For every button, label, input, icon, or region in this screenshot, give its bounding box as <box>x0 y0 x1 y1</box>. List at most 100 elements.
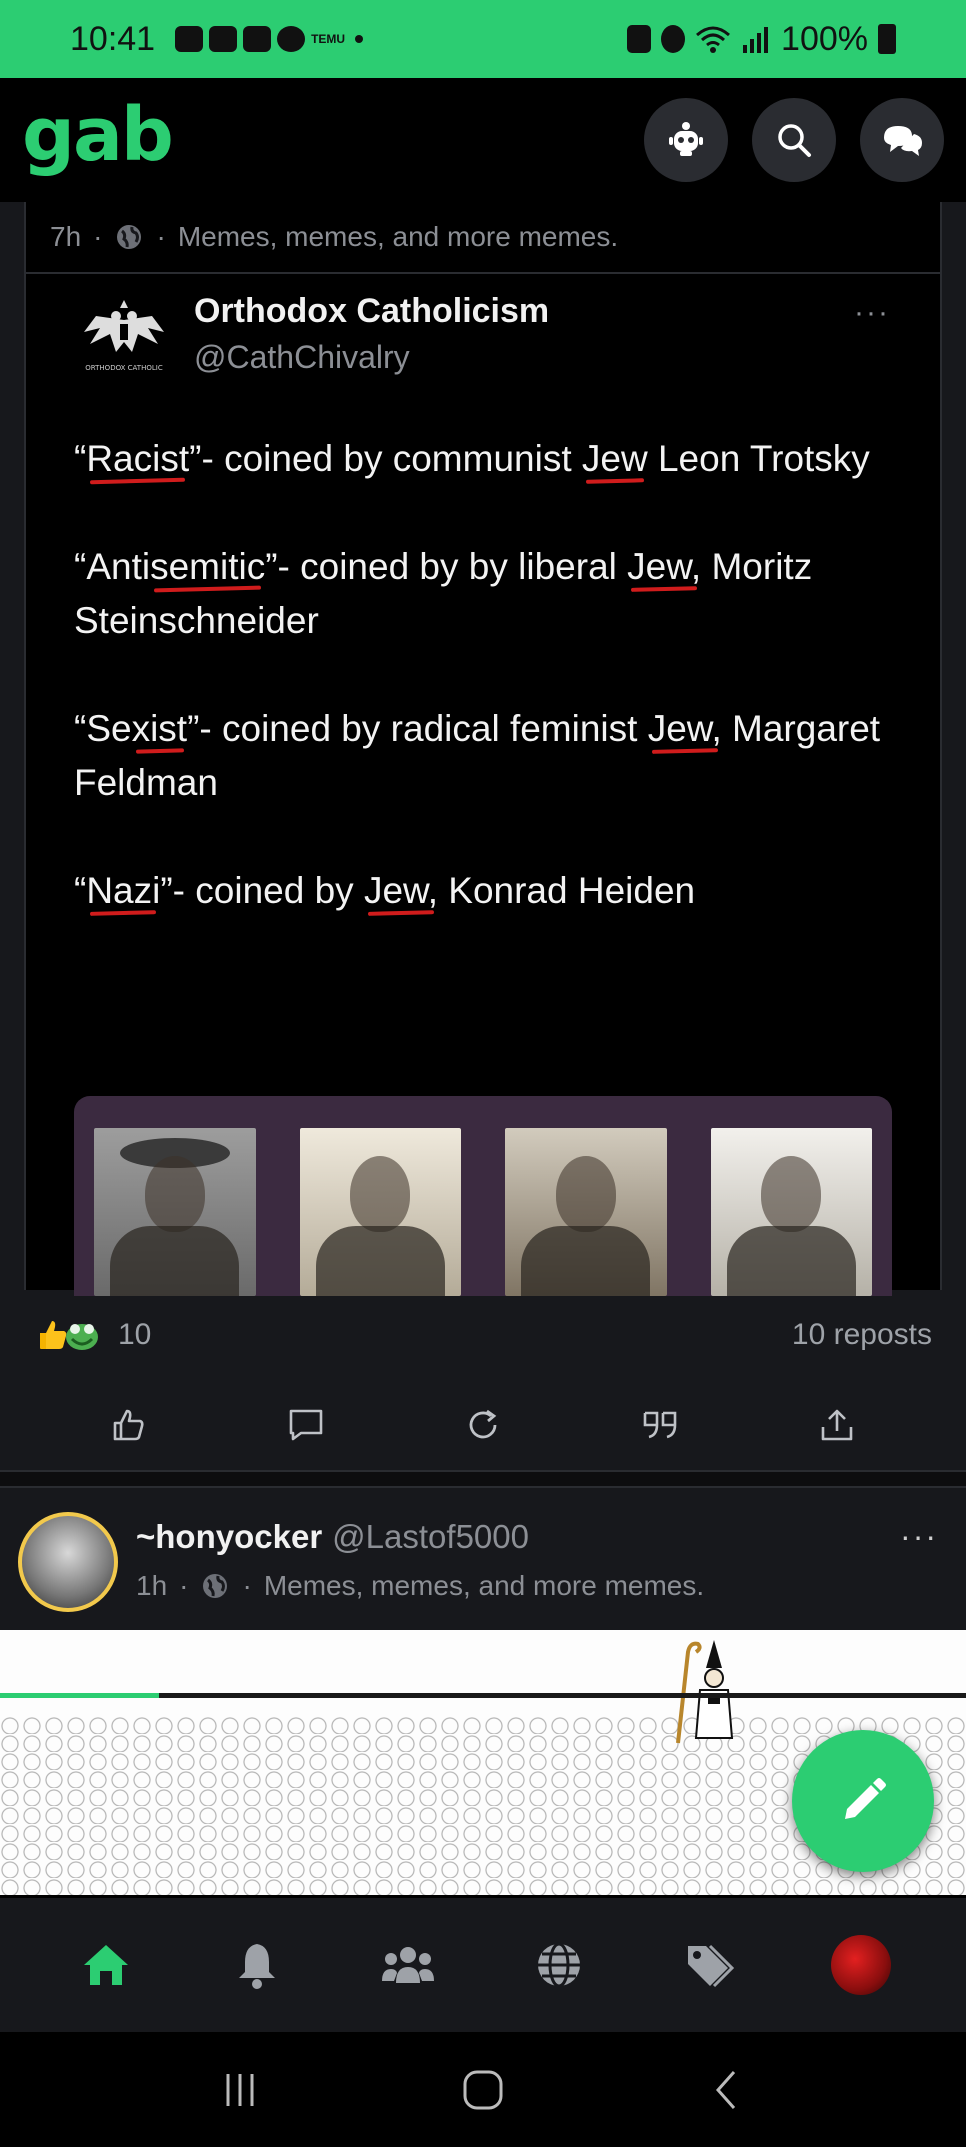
system-navigation-bar <box>0 2032 966 2147</box>
chat-icon <box>884 126 922 156</box>
signal-icon <box>743 27 769 53</box>
chat-button[interactable] <box>860 98 944 182</box>
portrait-photo <box>299 1128 461 1296</box>
battery-icon <box>878 24 896 54</box>
back-icon[interactable] <box>706 2068 746 2112</box>
home-icon <box>83 1945 128 1985</box>
reaction-count[interactable]: 10 <box>118 1318 151 1352</box>
globe-icon <box>203 1574 228 1598</box>
author-display-name[interactable]: ~honyocker <box>136 1518 322 1555</box>
quoted-handle: @CathChivalry <box>194 339 410 375</box>
lock-icon <box>627 25 652 53</box>
nav-notifications[interactable] <box>222 1930 292 2000</box>
pencil-icon <box>845 1778 886 1819</box>
quoted-paragraph: “Antisemitic”- coined by by liberal Jew,… <box>74 546 813 641</box>
post-time[interactable]: 1h <box>136 1570 167 1602</box>
quote-button[interactable] <box>633 1398 687 1452</box>
nav-profile[interactable] <box>826 1930 896 2000</box>
repost-count[interactable]: 10 reposts <box>792 1318 932 1352</box>
portrait-photo <box>710 1128 872 1296</box>
author-handle[interactable]: @Lastof5000 <box>332 1518 529 1555</box>
reactions-bar: 10 10 reposts <box>0 1290 966 1380</box>
compose-button[interactable] <box>792 1730 934 1872</box>
more-options-icon[interactable]: ··· <box>900 1518 938 1555</box>
like-button[interactable] <box>102 1398 156 1452</box>
quoted-paragraph: “Sexist”- coined by radical feminist Jew… <box>74 708 881 803</box>
ai-bot-button[interactable] <box>644 98 728 182</box>
author-line: ~honyocker @Lastof5000 <box>136 1518 704 1556</box>
red-underlined-word: semitic <box>150 546 266 587</box>
media-progress-fill <box>0 1693 160 1698</box>
red-underlined-word: Nazi <box>86 870 161 911</box>
comment-icon <box>289 1409 323 1441</box>
more-notifications-dot <box>355 35 364 43</box>
portrait-photo <box>505 1128 667 1296</box>
post-time[interactable]: 7h <box>50 221 81 253</box>
temu-icon: TEMU <box>311 32 346 46</box>
discord-icon <box>243 26 272 52</box>
notification-icons: TEMU <box>175 26 364 52</box>
post-actions <box>0 1380 966 1470</box>
discord-icon <box>209 26 238 52</box>
quoted-paragraph: “Racist”- coined by communist Jew Leon T… <box>74 438 870 479</box>
quoted-names: Orthodox Catholicism @CathChivalry <box>194 292 549 376</box>
portrait-photo <box>94 1128 256 1296</box>
post-card[interactable]: ~honyocker @Lastof5000 1h · · Memes, meme… <box>0 1488 966 1628</box>
laughing-frog-emoji-icon <box>66 1324 98 1350</box>
quoted-tweet-image[interactable]: ORTHODOX CATHOLIC Orthodox Catholicism @… <box>26 274 940 1296</box>
tag-icon <box>687 1944 734 1988</box>
avatar[interactable] <box>18 1512 118 1612</box>
share-icon <box>822 1409 853 1441</box>
post-author: ~honyocker @Lastof5000 1h · · Memes, meme… <box>136 1518 704 1602</box>
status-bar: 10:41 TEMU 100% <box>0 0 966 78</box>
reaction-emojis[interactable] <box>34 1317 100 1353</box>
comment-button[interactable] <box>279 1398 333 1452</box>
share-button[interactable] <box>810 1398 864 1452</box>
status-time: 10:41 <box>70 19 156 58</box>
nav-explore[interactable] <box>524 1930 594 2000</box>
media-progress-bar <box>0 1693 966 1698</box>
recent-apps-icon[interactable] <box>220 2070 260 2110</box>
wifi-icon <box>696 26 731 53</box>
gab-logo[interactable]: gab <box>22 98 174 172</box>
search-icon <box>778 124 811 157</box>
post-meta: 7h · · Memes, memes, and more memes. <box>26 202 940 274</box>
meta-separator: · <box>242 1570 252 1601</box>
robot-icon <box>669 122 703 156</box>
post-divider <box>0 1470 966 1488</box>
quoted-display-name: Orthodox Catholicism <box>194 292 550 330</box>
quoted-text: “Racist”- coined by communist Jew Leon T… <box>74 432 914 972</box>
app-header: gab <box>0 78 966 202</box>
nav-marketplace[interactable] <box>675 1930 745 2000</box>
alarm-icon <box>661 25 686 53</box>
repost-button[interactable] <box>456 1398 510 1452</box>
group-link[interactable]: Memes, memes, and more memes. <box>264 1570 704 1602</box>
nav-groups[interactable] <box>373 1930 443 2000</box>
profile-avatar <box>830 1935 891 1995</box>
red-underlined-word: Jew, <box>627 546 702 587</box>
bottom-nav <box>0 1898 966 2032</box>
red-underlined-word: Jew, <box>363 870 438 911</box>
quoted-author: ORTHODOX CATHOLIC Orthodox Catholicism @… <box>74 284 549 384</box>
red-underlined-word: Racist <box>86 438 190 479</box>
system-status: 100% <box>627 20 896 59</box>
feed[interactable]: 7h · · Memes, memes, and more memes. ORT… <box>0 202 966 1895</box>
bell-icon <box>238 1944 275 1989</box>
repost-icon <box>469 1409 497 1439</box>
search-button[interactable] <box>752 98 836 182</box>
quote-icon <box>643 1411 677 1439</box>
meta-separator: · <box>156 221 166 252</box>
home-system-icon[interactable] <box>461 2068 505 2112</box>
post-card[interactable]: 7h · · Memes, memes, and more memes. ORT… <box>24 202 942 1296</box>
globe-icon <box>117 225 142 249</box>
red-underlined-word: Jew <box>581 438 648 479</box>
whatsapp-icon <box>277 26 306 52</box>
quoted-paragraph: “Nazi”- coined by Jew, Konrad Heiden <box>74 870 696 911</box>
portrait-strip <box>74 1096 892 1296</box>
group-link[interactable]: Memes, memes, and more memes. <box>178 221 618 253</box>
header-actions <box>644 98 944 182</box>
groups-icon <box>381 1947 434 1983</box>
battery-percent: 100% <box>781 19 868 58</box>
post-meta: 1h · · Memes, memes, and more memes. <box>136 1570 704 1602</box>
nav-home[interactable] <box>71 1930 141 2000</box>
